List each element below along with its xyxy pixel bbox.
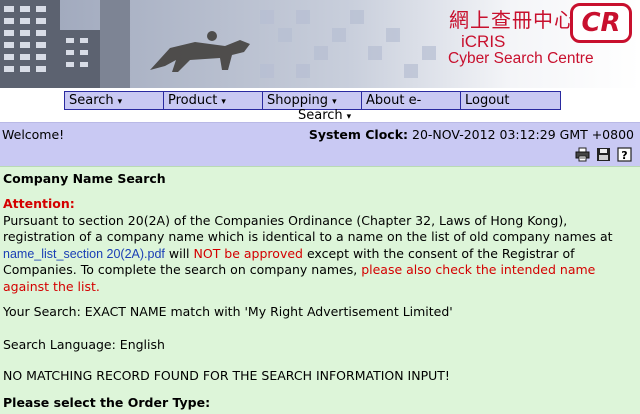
nav-logout[interactable]: Logout	[460, 91, 561, 110]
chevron-down-icon: ▾	[346, 112, 352, 122]
toolbar: ?	[0, 144, 640, 166]
print-icon[interactable]	[575, 147, 590, 162]
order-type-heading: Please select the Order Type:	[3, 395, 211, 410]
help-glyph: ?	[621, 149, 627, 162]
site-banner: 網上查冊中心 CR iCRIS Cyber Search Centre	[0, 0, 640, 88]
nav-shopping-label: Shopping	[267, 93, 329, 108]
nav-logout-label: Logout	[465, 93, 510, 108]
system-clock-value: 20-NOV-2012 03:12:29 GMT +0800	[412, 127, 634, 142]
nav-about-label: About e-	[366, 93, 422, 108]
your-search-text: Your Search: EXACT NAME match with 'My R…	[3, 304, 453, 319]
chevron-down-icon: ▾	[332, 97, 337, 107]
not-approved-text: NOT be approved	[193, 245, 303, 261]
help-icon[interactable]: ?	[617, 147, 632, 162]
nav-search[interactable]: Search ▾	[64, 91, 164, 110]
site-subtitle: Cyber Search Centre	[448, 50, 594, 67]
attention-label: Attention:	[3, 196, 75, 211]
nav-about-label-line2: Search	[298, 108, 343, 123]
old-names-pdf-link[interactable]: name_list_section 20(2A).pdf	[3, 247, 165, 261]
chevron-down-icon: ▾	[221, 97, 226, 107]
nav-about[interactable]: About e-	[361, 91, 461, 110]
nav-product-label: Product	[168, 93, 218, 108]
system-clock-label: System Clock:	[308, 127, 409, 142]
save-icon[interactable]	[596, 147, 611, 162]
system-clock: System Clock: 20-NOV-2012 03:12:29 GMT +…	[309, 127, 634, 142]
no-match-message: NO MATCHING RECORD FOUND FOR THE SEARCH …	[3, 368, 450, 383]
page-title: Company Name Search	[3, 171, 166, 186]
nav-product[interactable]: Product ▾	[163, 91, 263, 110]
icris-logo-text: iCRIS	[461, 32, 506, 51]
nav-about-overflow[interactable]: Search ▾	[298, 108, 351, 123]
status-bar: Welcome! System Clock: 20-NOV-2012 03:12…	[0, 122, 640, 144]
main-content: Company Name Search Attention: Pursuant …	[0, 166, 640, 414]
attention-notice: Attention: Pursuant to section 20(2A) of…	[3, 196, 633, 296]
chinese-site-name: 網上查冊中心	[449, 8, 575, 32]
cr-logo: CR	[570, 3, 632, 43]
welcome-text: Welcome!	[2, 127, 65, 142]
nav-search-label: Search	[69, 93, 114, 108]
notice-part1: Pursuant to section 20(2A) of the Compan…	[3, 212, 613, 245]
search-language-text: Search Language: English	[3, 337, 165, 352]
notice-part2: will	[164, 245, 194, 261]
notice-text: Pursuant to section 20(2A) of the Compan…	[3, 213, 633, 296]
chevron-down-icon: ▾	[117, 97, 123, 107]
